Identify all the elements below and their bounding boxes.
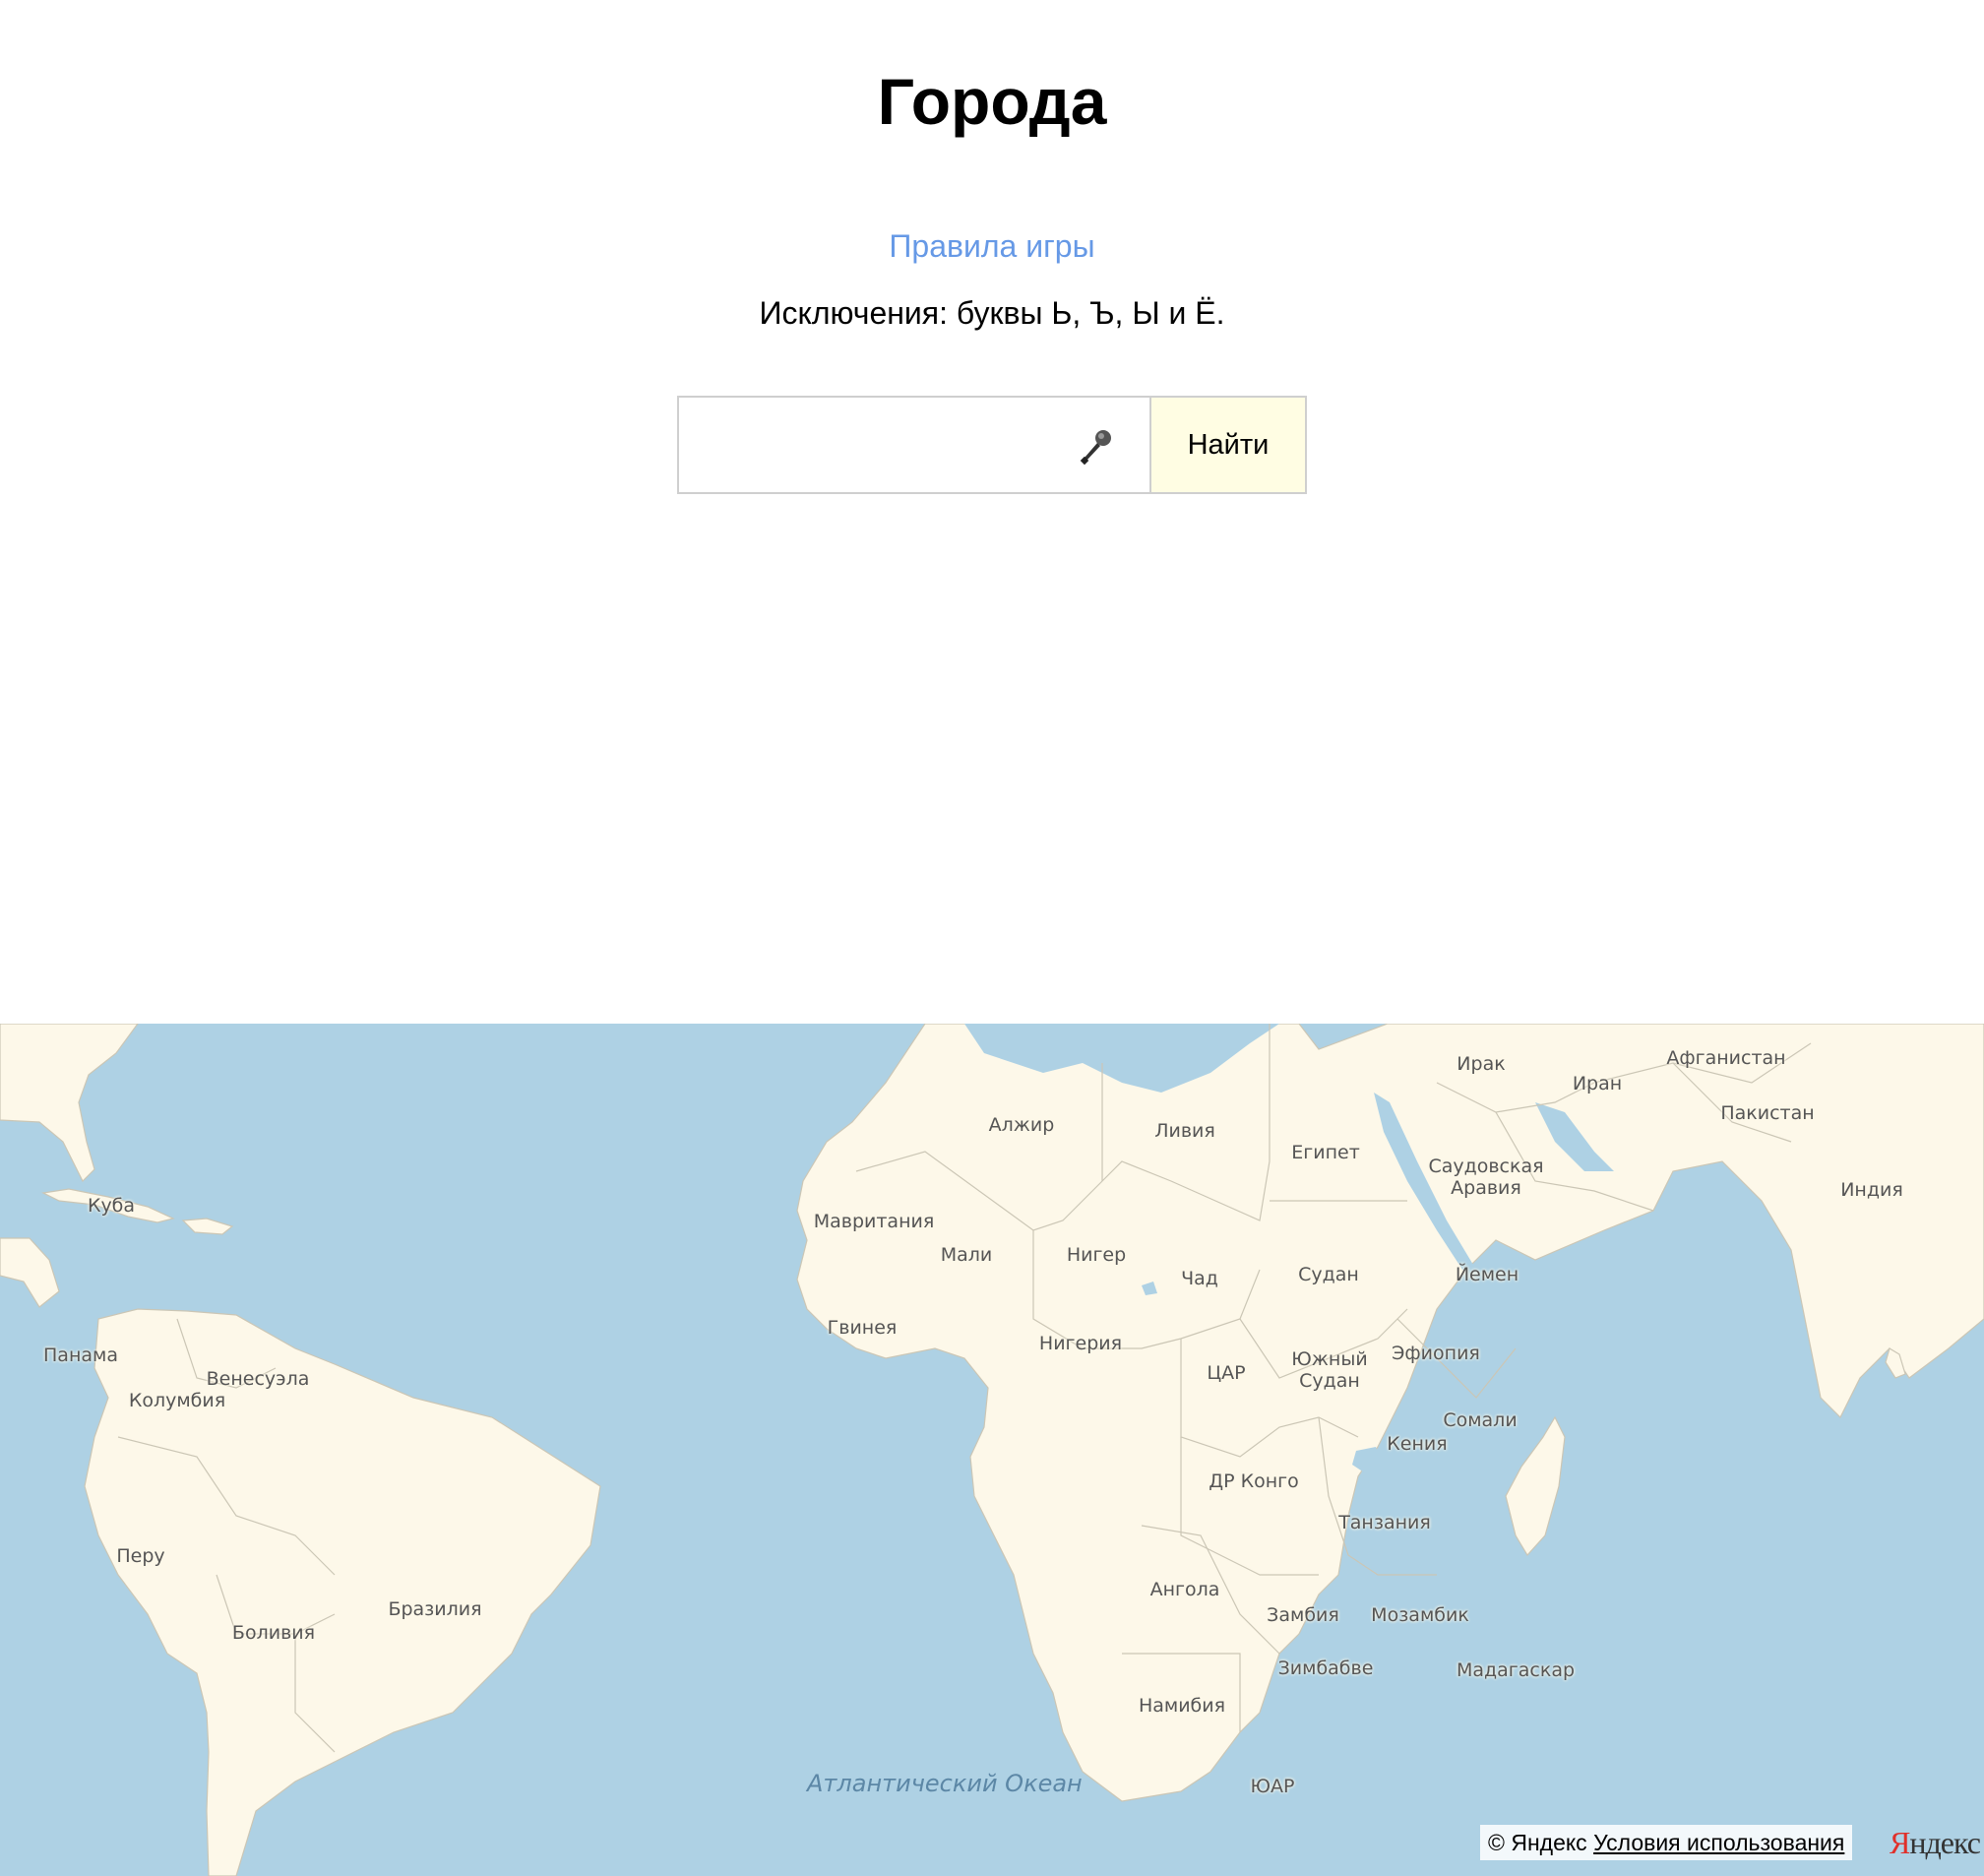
search-input-wrapper xyxy=(677,396,1149,494)
map-label-saudi-arabia: Саудовская Аравия xyxy=(1428,1156,1544,1199)
find-button[interactable]: Найти xyxy=(1149,396,1307,494)
world-map[interactable]: Куба Панама Венесуэла Колумбия Перу Браз… xyxy=(0,1024,1984,1876)
map-label-egypt: Египет xyxy=(1291,1142,1360,1163)
yandex-logo[interactable]: Яндекс xyxy=(1890,1823,1981,1862)
map-label-mauritania: Мавритания xyxy=(813,1211,935,1232)
map-label-india: Индия xyxy=(1840,1179,1903,1201)
yandex-logo-rest: ндекс xyxy=(1909,1825,1981,1860)
map-label-atlantic-ocean: Атлантический Океан xyxy=(807,1770,1083,1797)
copyright-text: © Яндекс xyxy=(1488,1830,1587,1855)
microphone-icon[interactable] xyxy=(1077,427,1116,467)
map-label-colombia: Колумбия xyxy=(128,1390,226,1411)
map-label-niger: Нигер xyxy=(1066,1244,1127,1266)
map-tiles xyxy=(0,1024,1984,1876)
terms-of-use-link[interactable]: Условия использования xyxy=(1593,1830,1844,1855)
map-label-mali: Мали xyxy=(940,1244,993,1266)
map-label-sudan: Судан xyxy=(1298,1264,1359,1285)
map-label-algeria: Алжир xyxy=(988,1114,1055,1136)
map-label-south-sudan: Южный Судан xyxy=(1291,1348,1368,1392)
map-label-nigeria: Нигерия xyxy=(1038,1333,1123,1354)
map-label-tanzania: Танзания xyxy=(1338,1512,1431,1533)
map-label-guinea: Гвинея xyxy=(827,1317,898,1339)
map-label-somalia: Сомали xyxy=(1443,1409,1518,1431)
map-label-zimbabwe: Зимбабве xyxy=(1277,1657,1374,1679)
map-label-afghanistan: Афганистан xyxy=(1666,1047,1786,1069)
map-label-rsa: ЮАР xyxy=(1250,1776,1295,1797)
map-label-chad: Чад xyxy=(1181,1268,1218,1289)
map-label-libya: Ливия xyxy=(1154,1120,1215,1142)
rules-link[interactable]: Правила игры xyxy=(0,224,1984,268)
map-label-drc: ДР Конго xyxy=(1209,1470,1299,1492)
map-label-kenya: Кения xyxy=(1387,1433,1448,1455)
page-title: Города xyxy=(877,65,1107,138)
map-label-bolivia: Боливия xyxy=(231,1622,316,1644)
map-label-madagascar: Мадагаскар xyxy=(1456,1659,1576,1681)
map-label-ethiopia: Эфиопия xyxy=(1392,1343,1480,1364)
map-label-iran: Иран xyxy=(1572,1073,1623,1094)
map-label-brazil: Бразилия xyxy=(388,1598,482,1620)
yandex-logo-first-letter: Я xyxy=(1890,1825,1910,1860)
map-label-namibia: Намибия xyxy=(1138,1695,1226,1717)
map-copyright: © Яндекс Условия использования xyxy=(1480,1825,1853,1860)
exceptions-text: Исключения: буквы Ь, Ъ, Ы и Ё. xyxy=(759,295,1225,331)
map-label-cuba: Куба xyxy=(87,1195,136,1217)
map-label-panama: Панама xyxy=(43,1344,118,1366)
search-form: Найти xyxy=(677,396,1307,494)
map-label-peru: Перу xyxy=(116,1545,165,1567)
map-label-venezuela: Венесуэла xyxy=(206,1368,310,1390)
map-label-yemen: Йемен xyxy=(1455,1264,1519,1285)
map-label-car: ЦАР xyxy=(1207,1362,1246,1384)
map-label-iraq: Ирак xyxy=(1457,1053,1506,1075)
map-label-mozambique: Мозамбик xyxy=(1371,1604,1469,1626)
map-label-angola: Ангола xyxy=(1149,1579,1220,1600)
map-label-pakistan: Пакистан xyxy=(1720,1102,1815,1124)
map-label-zambia: Замбия xyxy=(1267,1604,1339,1626)
